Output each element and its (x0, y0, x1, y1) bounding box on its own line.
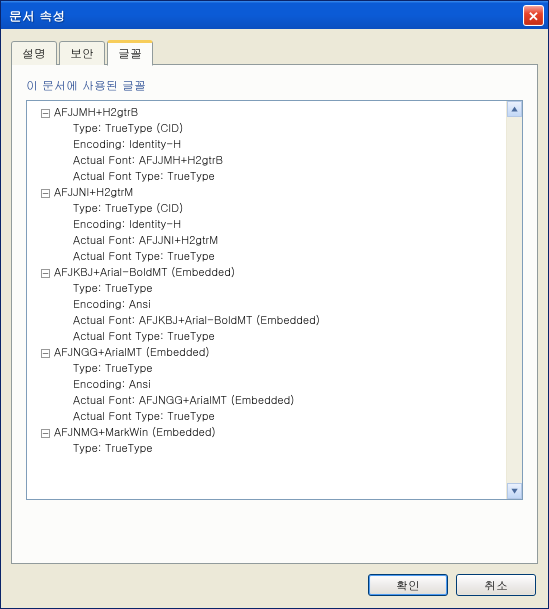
titlebar[interactable]: 문서 속성 ✕ (1, 1, 548, 29)
tab-fonts[interactable]: 글꼴 (107, 40, 153, 66)
font-node: −AFJJNI+H2gtrMType: TrueType (CID)Encodi… (29, 185, 504, 265)
tab-panel-fonts: 이 문서에 사용된 글꼴 −AFJJMH+H2gtrBType: TrueTyp… (11, 64, 538, 564)
section-title: 이 문서에 사용된 글꼴 (26, 77, 523, 94)
font-detail: Type: TrueType (29, 441, 504, 457)
font-detail: Encoding: Identity-H (29, 217, 504, 233)
font-name: AFJKBJ+Arial-BoldMT (Embedded) (54, 265, 235, 281)
font-node: −AFJKBJ+Arial-BoldMT (Embedded)Type: Tru… (29, 265, 504, 345)
client-area: 설명 보안 글꼴 이 문서에 사용된 글꼴 −AFJJMH+H2gtrBType… (1, 29, 548, 608)
font-name: AFJJMH+H2gtrB (54, 105, 138, 121)
window-title: 문서 속성 (9, 6, 65, 25)
font-name: AFJNMG+MarkWin (Embedded) (54, 425, 216, 441)
font-detail: Actual Font Type: TrueType (29, 409, 504, 425)
font-detail: Actual Font Type: TrueType (29, 329, 504, 345)
tabstrip: 설명 보안 글꼴 (11, 39, 538, 64)
font-name: AFJNGG+ArialMT (Embedded) (54, 345, 210, 361)
font-detail: Type: TrueType (CID) (29, 121, 504, 137)
font-row[interactable]: −AFJJMH+H2gtrB (29, 105, 504, 121)
close-icon[interactable]: ✕ (523, 5, 544, 26)
font-node: −AFJJMH+H2gtrBType: TrueType (CID)Encodi… (29, 105, 504, 185)
font-detail: Actual Font: AFJJMH+H2gtrB (29, 153, 504, 169)
font-detail: Type: TrueType (CID) (29, 201, 504, 217)
font-row[interactable]: −AFJKBJ+Arial-BoldMT (Embedded) (29, 265, 504, 281)
collapse-icon[interactable]: − (41, 269, 50, 278)
font-detail: Type: TrueType (29, 281, 504, 297)
scrollbar[interactable]: ▲ ▼ (506, 101, 522, 499)
font-name: AFJJNI+H2gtrM (54, 185, 133, 201)
ok-button[interactable]: 확인 (368, 574, 448, 596)
font-detail: Encoding: Ansi (29, 297, 504, 313)
scroll-down-icon[interactable]: ▼ (507, 483, 522, 499)
font-row[interactable]: −AFJNGG+ArialMT (Embedded) (29, 345, 504, 361)
fonts-tree[interactable]: −AFJJMH+H2gtrBType: TrueType (CID)Encodi… (27, 101, 506, 499)
tab-description[interactable]: 설명 (11, 41, 57, 65)
font-row[interactable]: −AFJNMG+MarkWin (Embedded) (29, 425, 504, 441)
collapse-icon[interactable]: − (41, 349, 50, 358)
font-node: −AFJNMG+MarkWin (Embedded)Type: TrueType (29, 425, 504, 457)
dialog-window: 문서 속성 ✕ 설명 보안 글꼴 이 문서에 사용된 글꼴 −AFJJMH+H2… (0, 0, 549, 609)
font-detail: Encoding: Identity-H (29, 137, 504, 153)
cancel-button[interactable]: 취소 (456, 574, 536, 596)
collapse-icon[interactable]: − (41, 109, 50, 118)
font-node: −AFJNGG+ArialMT (Embedded)Type: TrueType… (29, 345, 504, 425)
collapse-icon[interactable]: − (41, 189, 50, 198)
font-detail: Actual Font: AFJNGG+ArialMT (Embedded) (29, 393, 504, 409)
collapse-icon[interactable]: − (41, 429, 50, 438)
font-detail: Actual Font: AFJJNI+H2gtrM (29, 233, 504, 249)
tab-security[interactable]: 보안 (59, 41, 105, 65)
font-detail: Type: TrueType (29, 361, 504, 377)
scroll-up-icon[interactable]: ▲ (507, 101, 522, 117)
font-detail: Encoding: Ansi (29, 377, 504, 393)
fonts-listbox: −AFJJMH+H2gtrBType: TrueType (CID)Encodi… (26, 100, 523, 500)
dialog-buttons: 확인 취소 (11, 564, 538, 598)
font-detail: Actual Font Type: TrueType (29, 249, 504, 265)
font-row[interactable]: −AFJJNI+H2gtrM (29, 185, 504, 201)
font-detail: Actual Font Type: TrueType (29, 169, 504, 185)
font-detail: Actual Font: AFJKBJ+Arial-BoldMT (Embedd… (29, 313, 504, 329)
